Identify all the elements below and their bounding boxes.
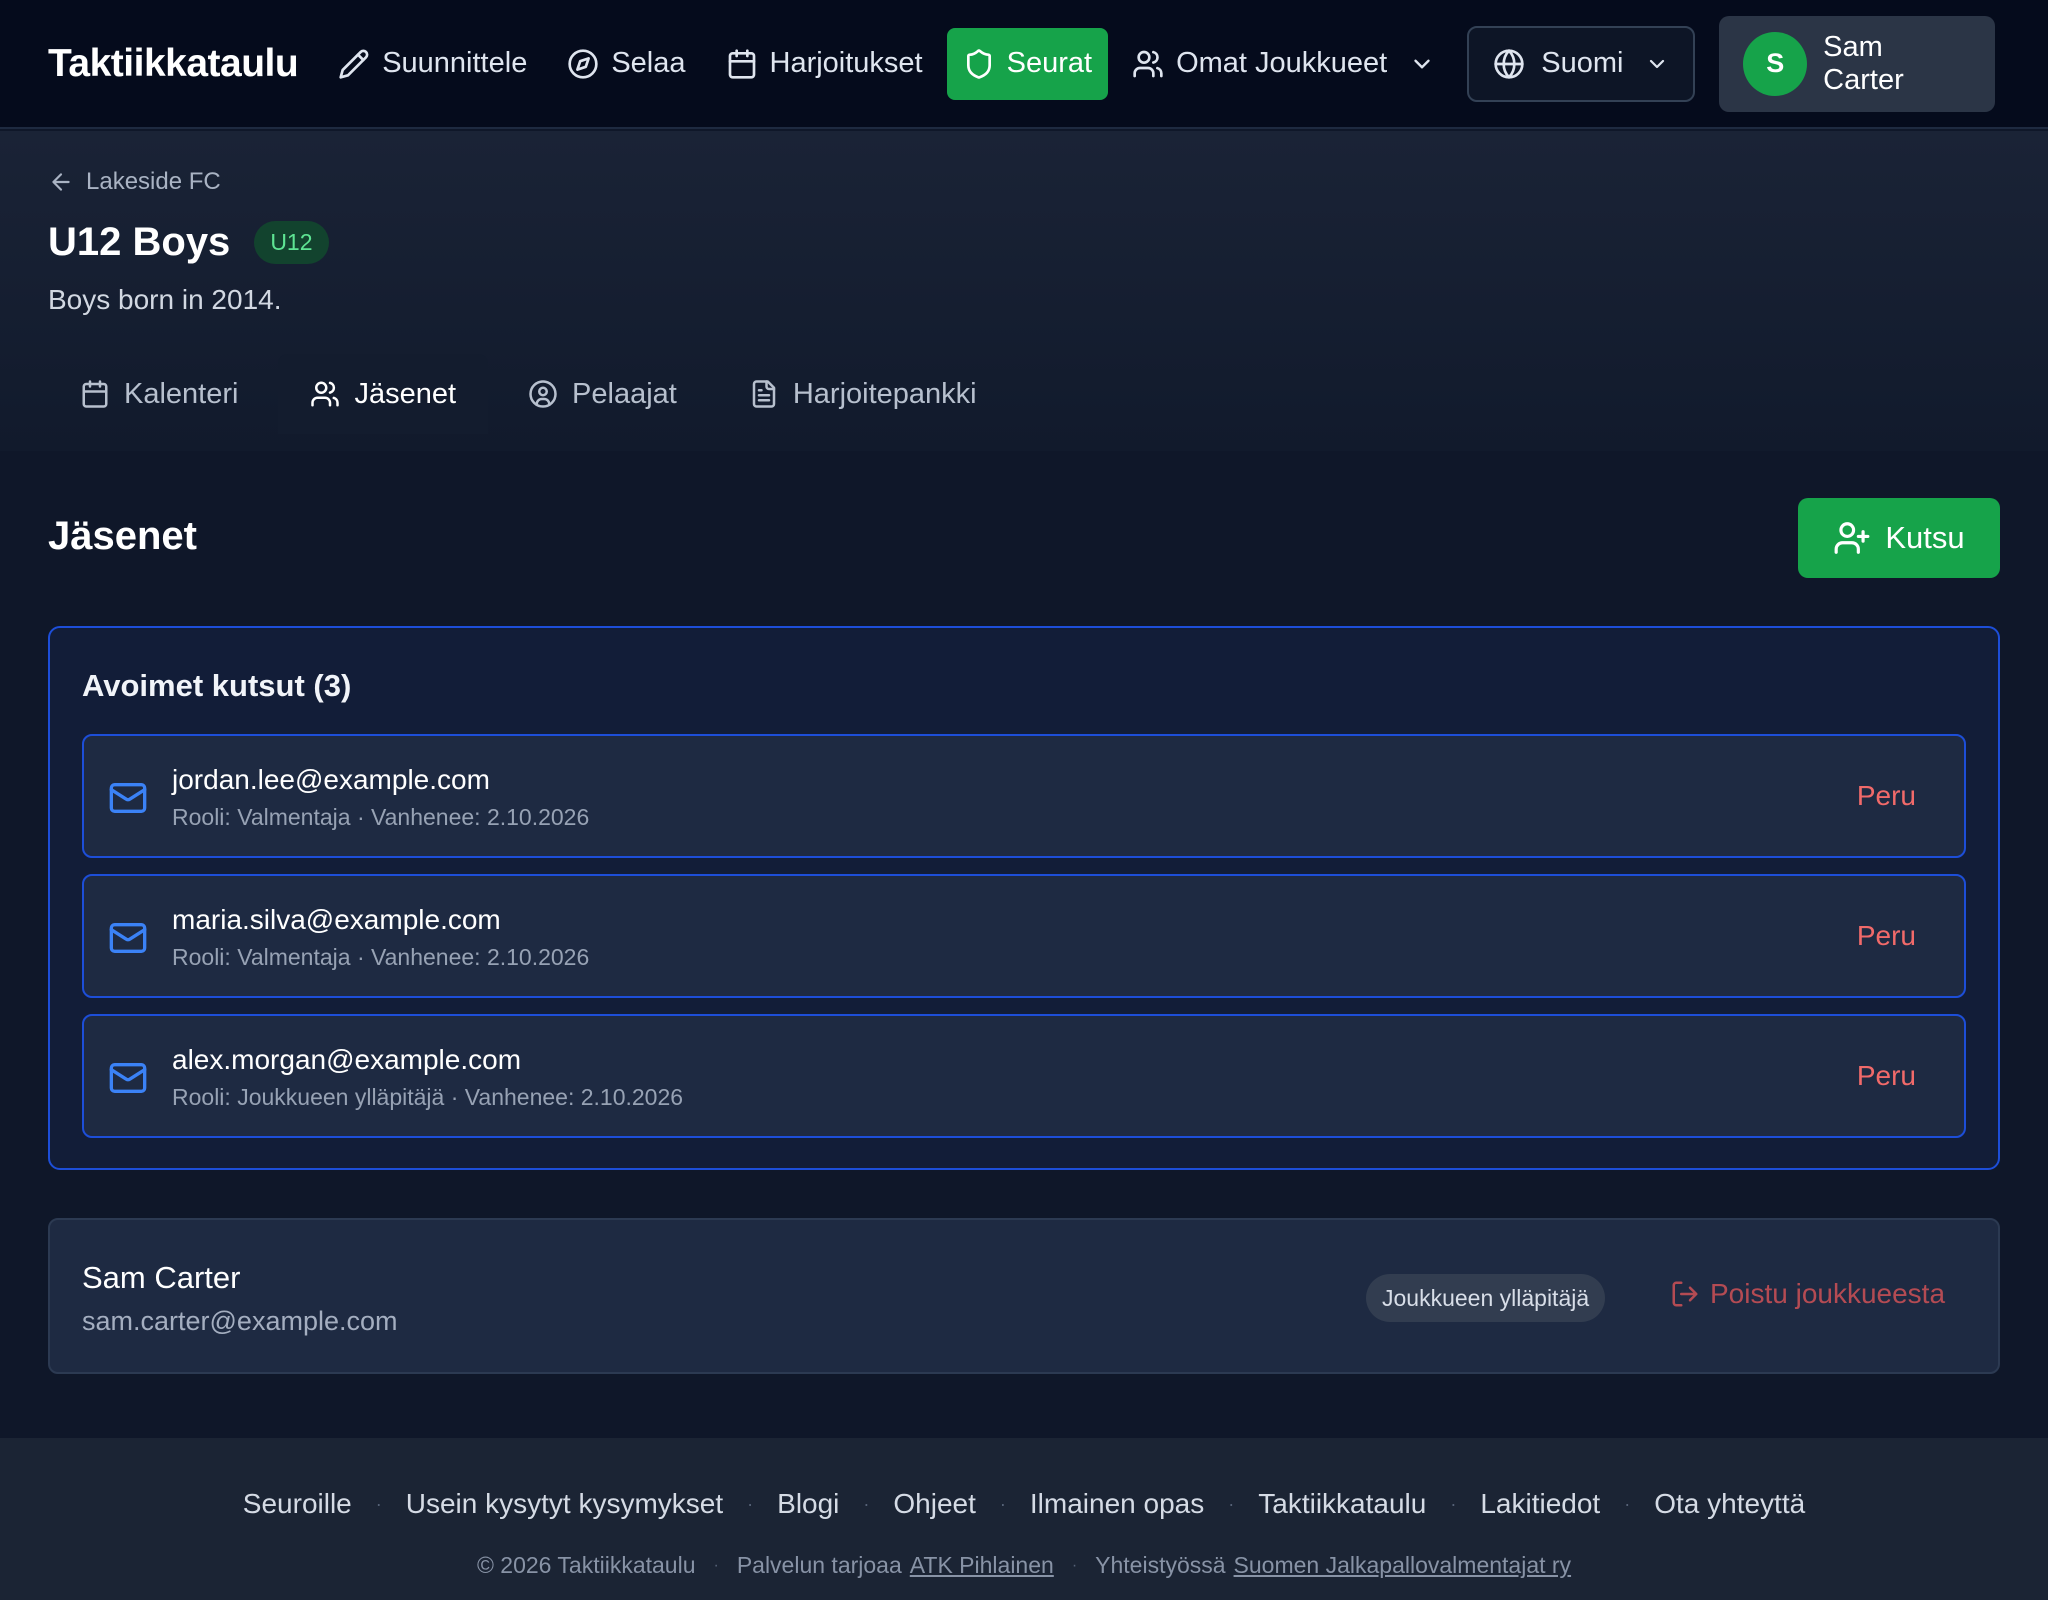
page-title: U12 Boys: [48, 220, 231, 264]
footer-link-opas[interactable]: Ilmainen opas: [1030, 1488, 1204, 1520]
invite-button-label: Kutsu: [1885, 520, 1965, 555]
footer-links: Seuroille · Usein kysytyt kysymykset · B…: [0, 1488, 2048, 1520]
user-circle-icon: [529, 380, 557, 408]
invite-meta: Rooli: Valmentaja · Vanhenee: 2.10.2026: [172, 944, 590, 970]
team-description: Boys born in 2014.: [48, 284, 282, 315]
user-menu-button[interactable]: S Sam Carter: [1719, 15, 1996, 112]
invite-meta: Rooli: Joukkueen ylläpitäjä · Vanhenee: …: [172, 1084, 684, 1110]
footer-link-blogi[interactable]: Blogi: [777, 1488, 839, 1520]
separator: ·: [1450, 1493, 1457, 1514]
language-select[interactable]: Suomi: [1467, 25, 1696, 102]
invite-meta: Rooli: Valmentaja · Vanhenee: 2.10.2026: [172, 804, 590, 830]
copyright: © 2026 Taktiikkataulu: [476, 1552, 696, 1578]
invite-email: alex.morgan@example.com: [172, 1044, 522, 1075]
nav-item-harjoitukset[interactable]: Harjoitukset: [710, 28, 939, 100]
chevron-down-icon: [1650, 59, 1665, 68]
nav-item-seurat[interactable]: Seurat: [946, 27, 1109, 100]
age-group-badge: U12: [254, 221, 329, 264]
log-out-icon: [1672, 1281, 1698, 1307]
calendar-icon: [728, 48, 755, 79]
tab-label: Jäsenet: [354, 377, 457, 410]
mail-icon: [109, 923, 147, 953]
pending-invites-card: Avoimet kutsut (3) jordan.lee@example.co…: [48, 626, 2000, 1170]
member-email: sam.carter@example.com: [82, 1306, 398, 1336]
footer-link-seuroille[interactable]: Seuroille: [243, 1488, 352, 1520]
cancel-invite-button[interactable]: Peru: [1857, 1060, 1916, 1092]
nav-item-selaa[interactable]: Selaa: [551, 28, 701, 100]
invite-email: jordan.lee@example.com: [172, 764, 490, 795]
calendar-icon: [82, 380, 108, 408]
user-name: Sam Carter: [1823, 30, 1904, 96]
nav-item-omat-joukkueet[interactable]: Omat Joukkueet: [1116, 28, 1451, 100]
nav-item-label: Suunnittele: [382, 47, 528, 79]
language-label: Suomi: [1541, 47, 1624, 79]
users-icon: [311, 381, 340, 407]
list-item: alex.morgan@example.com Rooli: Joukkueen…: [82, 1014, 1966, 1138]
separator: ·: [999, 1493, 1006, 1514]
nav-item-label: Seurat: [1006, 47, 1093, 79]
nav-item-label: Omat Joukkueet: [1176, 47, 1388, 79]
footer-link-yhteys[interactable]: Ota yhteyttä: [1654, 1488, 1805, 1520]
chevron-down-icon: [1414, 59, 1430, 68]
back-link[interactable]: Lakeside FC: [48, 168, 221, 196]
footer-link-lakitiedot[interactable]: Lakitiedot: [1480, 1488, 1600, 1520]
footer-legal: © 2026 Taktiikkataulu · Palvelun tarjoaa…: [0, 1552, 2048, 1579]
role-badge: Joukkueen ylläpitäjä: [1366, 1274, 1606, 1322]
users-icon: [1133, 50, 1163, 77]
section-title: Jäsenet: [48, 514, 197, 558]
title-row: U12 Boys U12: [48, 220, 329, 265]
list-item: jordan.lee@example.com Rooli: Valmentaja…: [82, 734, 1966, 858]
cancel-invite-button[interactable]: Peru: [1857, 920, 1916, 952]
footer-link-ohjeet[interactable]: Ohjeet: [893, 1488, 976, 1520]
tab-label: Harjoitepankki: [792, 377, 977, 410]
partner-link[interactable]: Suomen Jalkapallovalmentajat ry: [1234, 1552, 1572, 1579]
separator: ·: [1228, 1493, 1235, 1514]
tab-pelaajat[interactable]: Pelaajat: [496, 354, 709, 434]
document-icon: [752, 380, 776, 408]
shield-icon: [966, 48, 991, 79]
invite-email: maria.silva@example.com: [172, 904, 501, 935]
tab-jasenet[interactable]: Jäsenet: [278, 354, 489, 434]
invite-button[interactable]: Kutsu: [1798, 498, 2000, 578]
pencil-icon: [339, 49, 369, 79]
separator: ·: [713, 1556, 719, 1574]
nav-item-suunnittele[interactable]: Suunnittele: [322, 28, 543, 100]
tab-label: Pelaajat: [572, 377, 677, 410]
member-card: Sam Carter sam.carter@example.com Joukku…: [48, 1218, 2000, 1374]
avatar: S: [1743, 31, 1808, 96]
nav-item-label: Harjoitukset: [769, 47, 923, 79]
tab-kalenteri[interactable]: Kalenteri: [48, 354, 270, 434]
cancel-invite-button[interactable]: Peru: [1857, 780, 1916, 812]
separator: ·: [375, 1493, 382, 1514]
separator: ·: [1071, 1556, 1078, 1574]
compass-icon: [568, 48, 598, 79]
provided-by-text: Palvelun tarjoaa: [736, 1552, 902, 1578]
brand-logo[interactable]: Taktiikkataulu: [48, 42, 299, 86]
footer-link-taktiikkataulu[interactable]: Taktiikkataulu: [1258, 1488, 1426, 1520]
tab-harjoitepankki[interactable]: Harjoitepankki: [717, 354, 1009, 434]
globe-icon: [1494, 48, 1524, 79]
leave-team-label: Poistu joukkueesta: [1710, 1278, 1946, 1309]
member-name: Sam Carter: [82, 1260, 241, 1295]
tab-label: Kalenteri: [124, 377, 239, 410]
provider-link[interactable]: ATK Pihlainen: [910, 1552, 1054, 1579]
team-tabs: Kalenteri Jäsenet Pelaajat Harjoitepankk…: [48, 354, 1009, 434]
leave-team-button[interactable]: Poistu joukkueesta: [1670, 1278, 1945, 1310]
mail-icon: [109, 783, 147, 813]
separator: ·: [863, 1493, 870, 1514]
user-plus-icon: [1834, 522, 1870, 554]
pending-invites-title: Avoimet kutsut (3): [82, 668, 352, 703]
separator: ·: [747, 1493, 754, 1514]
back-link-label: Lakeside FC: [86, 168, 221, 195]
mail-icon: [109, 1063, 147, 1093]
top-navigation: Taktiikkataulu Suunnittele Selaa Harjoit…: [0, 0, 2048, 129]
nav-item-label: Selaa: [611, 47, 686, 79]
arrow-left-icon: [52, 173, 70, 191]
partner-text: Yhteistyössä: [1095, 1552, 1226, 1578]
separator: ·: [1624, 1493, 1631, 1514]
footer-link-faq[interactable]: Usein kysytyt kysymykset: [406, 1488, 723, 1520]
list-item: maria.silva@example.com Rooli: Valmentaj…: [82, 874, 1966, 998]
